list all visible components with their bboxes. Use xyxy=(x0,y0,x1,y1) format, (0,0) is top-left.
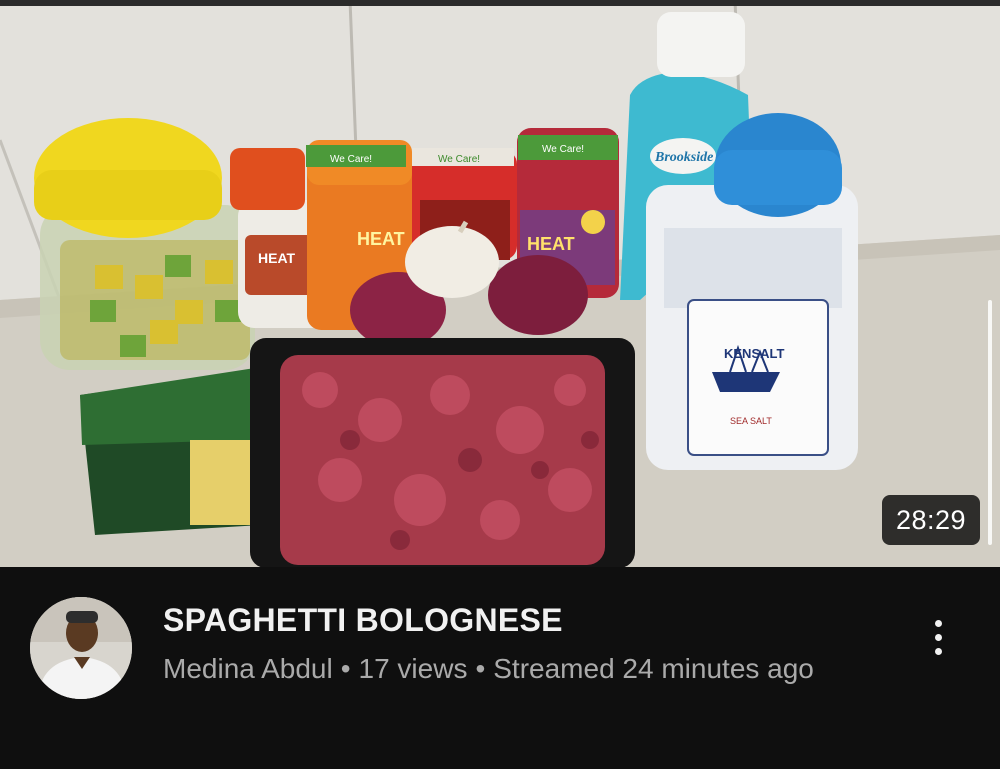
salt-type: SEA SALT xyxy=(730,416,772,426)
thumbnail-image: We Care! HEAT We Care! HEAT We Care! HEA… xyxy=(0,0,1000,567)
video-thumbnail[interactable]: We Care! HEAT We Care! HEAT We Care! HEA… xyxy=(0,0,1000,567)
separator: • xyxy=(475,653,486,684)
spice-name-2: HEAT xyxy=(258,250,296,266)
stream-time: Streamed 24 minutes ago xyxy=(493,653,814,684)
video-info: SPAGHETTI BOLOGNESE Medina Abdul • 17 view… xyxy=(0,567,1000,769)
jar-label-2: We Care! xyxy=(438,154,480,165)
scrub-bar[interactable] xyxy=(988,300,992,545)
separator: • xyxy=(340,653,351,684)
salt-brand: KENSALT xyxy=(724,346,784,361)
channel-name[interactable]: Medina Abdul xyxy=(163,653,333,684)
video-title[interactable]: SPAGHETTI BOLOGNESE xyxy=(163,600,903,640)
video-metadata: Medina Abdul • 17 views • Streamed 24 minute… xyxy=(163,649,863,688)
spice-name-3: HEAT xyxy=(527,234,575,254)
avatar-icon xyxy=(30,597,132,699)
more-vertical-icon xyxy=(934,619,942,627)
more-options-button[interactable] xyxy=(914,613,962,661)
view-count: 17 views xyxy=(358,653,468,684)
jar-label-3: We Care! xyxy=(542,144,584,155)
jar-label-1: We Care! xyxy=(330,154,372,165)
duration-badge: 28:29 xyxy=(882,495,980,545)
avatar[interactable] xyxy=(30,597,132,699)
spice-name-1: HEAT xyxy=(357,229,405,249)
milk-brand: Brookside xyxy=(654,150,713,165)
